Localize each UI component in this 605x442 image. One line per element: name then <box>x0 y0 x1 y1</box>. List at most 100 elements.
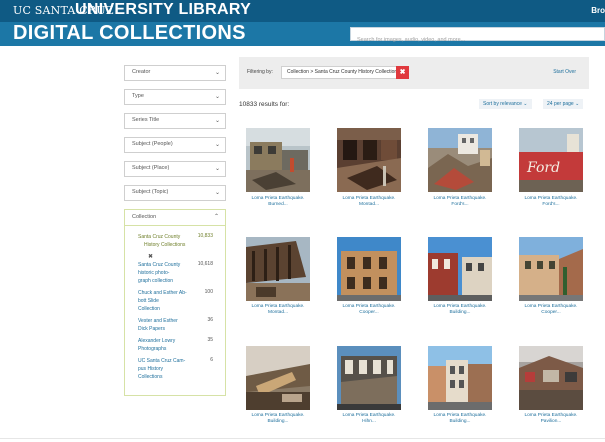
facet-label: Subject (Topic) <box>132 189 169 195</box>
result-title[interactable]: Loma Prieta Earthquake. Hihn... <box>324 413 414 425</box>
per-page-dropdown[interactable]: 24 per page ⌄ <box>543 99 584 109</box>
result-title[interactable]: Loma Prieta Earthquake. Ford's... <box>506 196 596 208</box>
facet-series-title[interactable]: Series Title ⌄ <box>124 113 226 129</box>
result-title-line: Cooper... <box>541 310 561 315</box>
result-title-line: Loma Prieta Earthquake. <box>251 196 305 201</box>
photo-pacific-ave-buildings <box>428 346 492 410</box>
result-thumbnail[interactable] <box>337 346 401 410</box>
result-title[interactable]: Loma Prieta Earthquake. Cooper... <box>324 304 414 316</box>
result-thumbnail[interactable] <box>337 128 401 192</box>
photo-collapsed-building <box>246 346 310 410</box>
collection-item-line: UC Santa Cruz Cam- <box>138 358 186 364</box>
result-title-line: Building... <box>449 419 471 424</box>
result-title-line: Cooper... <box>359 310 379 315</box>
result-thumbnail[interactable] <box>519 237 583 301</box>
photo-building-street <box>428 237 492 301</box>
collection-item-line: Santa Cruz County <box>138 234 181 240</box>
sort-dropdown[interactable]: Sort by relevance ⌄ <box>479 99 532 109</box>
result-title[interactable]: Loma Prieta Earthquake. Pavilion... <box>506 413 596 425</box>
result-title[interactable]: Loma Prieta Earthquake. Montad... <box>233 304 323 316</box>
facet-collection: Collection ⌃ Santa Cruz County History C… <box>124 209 226 396</box>
result-title-line: Ford's... <box>451 202 469 207</box>
result-thumbnail[interactable]: Ford <box>519 128 583 192</box>
collection-item-line: pus History <box>138 366 164 372</box>
facet-creator[interactable]: Creator ⌄ <box>124 65 226 81</box>
result-title-line: Burned... <box>268 202 288 207</box>
photo-rubble <box>428 128 492 192</box>
photo-burned-building <box>246 128 310 192</box>
result-title-line: Montad... <box>268 310 288 315</box>
remove-filter-icon[interactable]: ✖ <box>148 253 153 260</box>
facet-label: Type <box>132 93 144 99</box>
facet-label: Subject (People) <box>132 141 173 147</box>
page-title[interactable]: DIGITAL COLLECTIONS <box>13 22 246 45</box>
facet-collection-header[interactable]: Collection ⌃ <box>125 210 225 226</box>
chevron-down-icon: ⌄ <box>214 190 220 196</box>
result-thumbnail[interactable] <box>337 237 401 301</box>
result-thumbnail[interactable] <box>246 237 310 301</box>
result-title-line: Loma Prieta Earthquake. <box>524 413 578 418</box>
collection-item-line: Photographs <box>138 346 167 352</box>
bottom-divider <box>0 438 605 439</box>
result-thumbnail[interactable] <box>428 237 492 301</box>
result-title[interactable]: Loma Prieta Earthquake. Montad... <box>324 196 414 208</box>
search-input[interactable] <box>351 34 604 46</box>
facet-subject-people[interactable]: Subject (People) ⌄ <box>124 137 226 153</box>
result-title-line: Montad... <box>359 202 379 207</box>
result-title[interactable]: Loma Prieta Earthquake. Building... <box>415 304 505 316</box>
collection-item-line: graph collection <box>138 278 174 284</box>
result-title-line: Hihn... <box>362 419 376 424</box>
collection-item-santa-cruz-county-history[interactable]: Santa Cruz County History Collections <box>138 233 196 249</box>
facet-type[interactable]: Type ⌄ <box>124 89 226 105</box>
facet-label: Creator <box>132 69 151 75</box>
result-thumbnail[interactable] <box>428 346 492 410</box>
collection-item-line: Dick Papers <box>138 326 165 332</box>
search-box <box>350 27 605 46</box>
photo-cooper-house <box>337 237 401 301</box>
collection-count: 6 <box>210 357 213 363</box>
result-title-line: Loma Prieta Earthquake. <box>433 304 487 309</box>
collections-header: DIGITAL COLLECTIONS <box>0 22 605 46</box>
result-title[interactable]: Loma Prieta Earthquake. Cooper... <box>506 304 596 316</box>
collection-item-line: bott Slide <box>138 298 159 304</box>
top-bar: UC SANTA CRUZ UNIVERSITY LIBRARY Bro <box>0 0 605 22</box>
facet-label: Collection <box>132 214 157 220</box>
collection-item-historic-photograph[interactable]: Santa Cruz County historic photo- graph … <box>138 261 196 285</box>
browse-link[interactable]: Bro <box>591 6 605 15</box>
remove-filter-button[interactable]: ✖ <box>396 66 409 79</box>
facet-subject-topic[interactable]: Subject (Topic) ⌄ <box>124 185 226 201</box>
result-thumbnail[interactable] <box>246 346 310 410</box>
result-title[interactable]: Loma Prieta Earthquake. Burned... <box>233 196 323 208</box>
chevron-up-icon: ⌃ <box>213 214 219 220</box>
collection-item-campus-history[interactable]: UC Santa Cruz Cam- pus History Collectio… <box>138 357 196 381</box>
facet-label: Subject (Place) <box>132 165 170 171</box>
photo-fords-sign: Ford <box>519 128 583 192</box>
facet-subject-place[interactable]: Subject (Place) ⌄ <box>124 161 226 177</box>
result-title-line: Loma Prieta Earthquake. <box>251 304 305 309</box>
result-title-line: Loma Prieta Earthquake. <box>433 413 487 418</box>
chevron-down-icon: ⌄ <box>214 166 220 172</box>
result-thumbnail[interactable] <box>519 346 583 410</box>
start-over-link[interactable]: Start Over <box>553 69 576 75</box>
result-title-line: Loma Prieta Earthquake. <box>251 413 305 418</box>
collection-item-abbott-slide[interactable]: Chuck and Esther Ab- bott Slide Collecti… <box>138 289 196 313</box>
library-logo[interactable]: UNIVERSITY LIBRARY <box>75 1 251 19</box>
result-title[interactable]: Loma Prieta Earthquake. Building... <box>233 413 323 425</box>
result-title[interactable]: Loma Prieta Earthquake. Ford's... <box>415 196 505 208</box>
photo-hihn-building <box>337 346 401 410</box>
result-thumbnail[interactable] <box>428 128 492 192</box>
collection-item-lowry-photographs[interactable]: Alexander Lowry Photographs <box>138 337 196 353</box>
collection-count: 10,618 <box>197 261 213 267</box>
collection-item-dick-papers[interactable]: Vester and Esther Dick Papers <box>138 317 196 333</box>
result-title[interactable]: Loma Prieta Earthquake. Building... <box>415 413 505 425</box>
chevron-down-icon: ⌄ <box>214 94 220 100</box>
photo-damaged-frame-building <box>246 237 310 301</box>
collection-item-line: Collections <box>138 374 163 380</box>
result-title-line: Ford's... <box>542 202 560 207</box>
filter-bar: Filtering by: Collection > Santa Cruz Co… <box>239 57 589 89</box>
result-title-line: Loma Prieta Earthquake. <box>342 413 396 418</box>
collection-count: 100 <box>204 289 213 295</box>
result-title-line: Pavilion... <box>540 419 562 424</box>
chevron-down-icon: ⌄ <box>214 70 220 76</box>
result-thumbnail[interactable] <box>246 128 310 192</box>
